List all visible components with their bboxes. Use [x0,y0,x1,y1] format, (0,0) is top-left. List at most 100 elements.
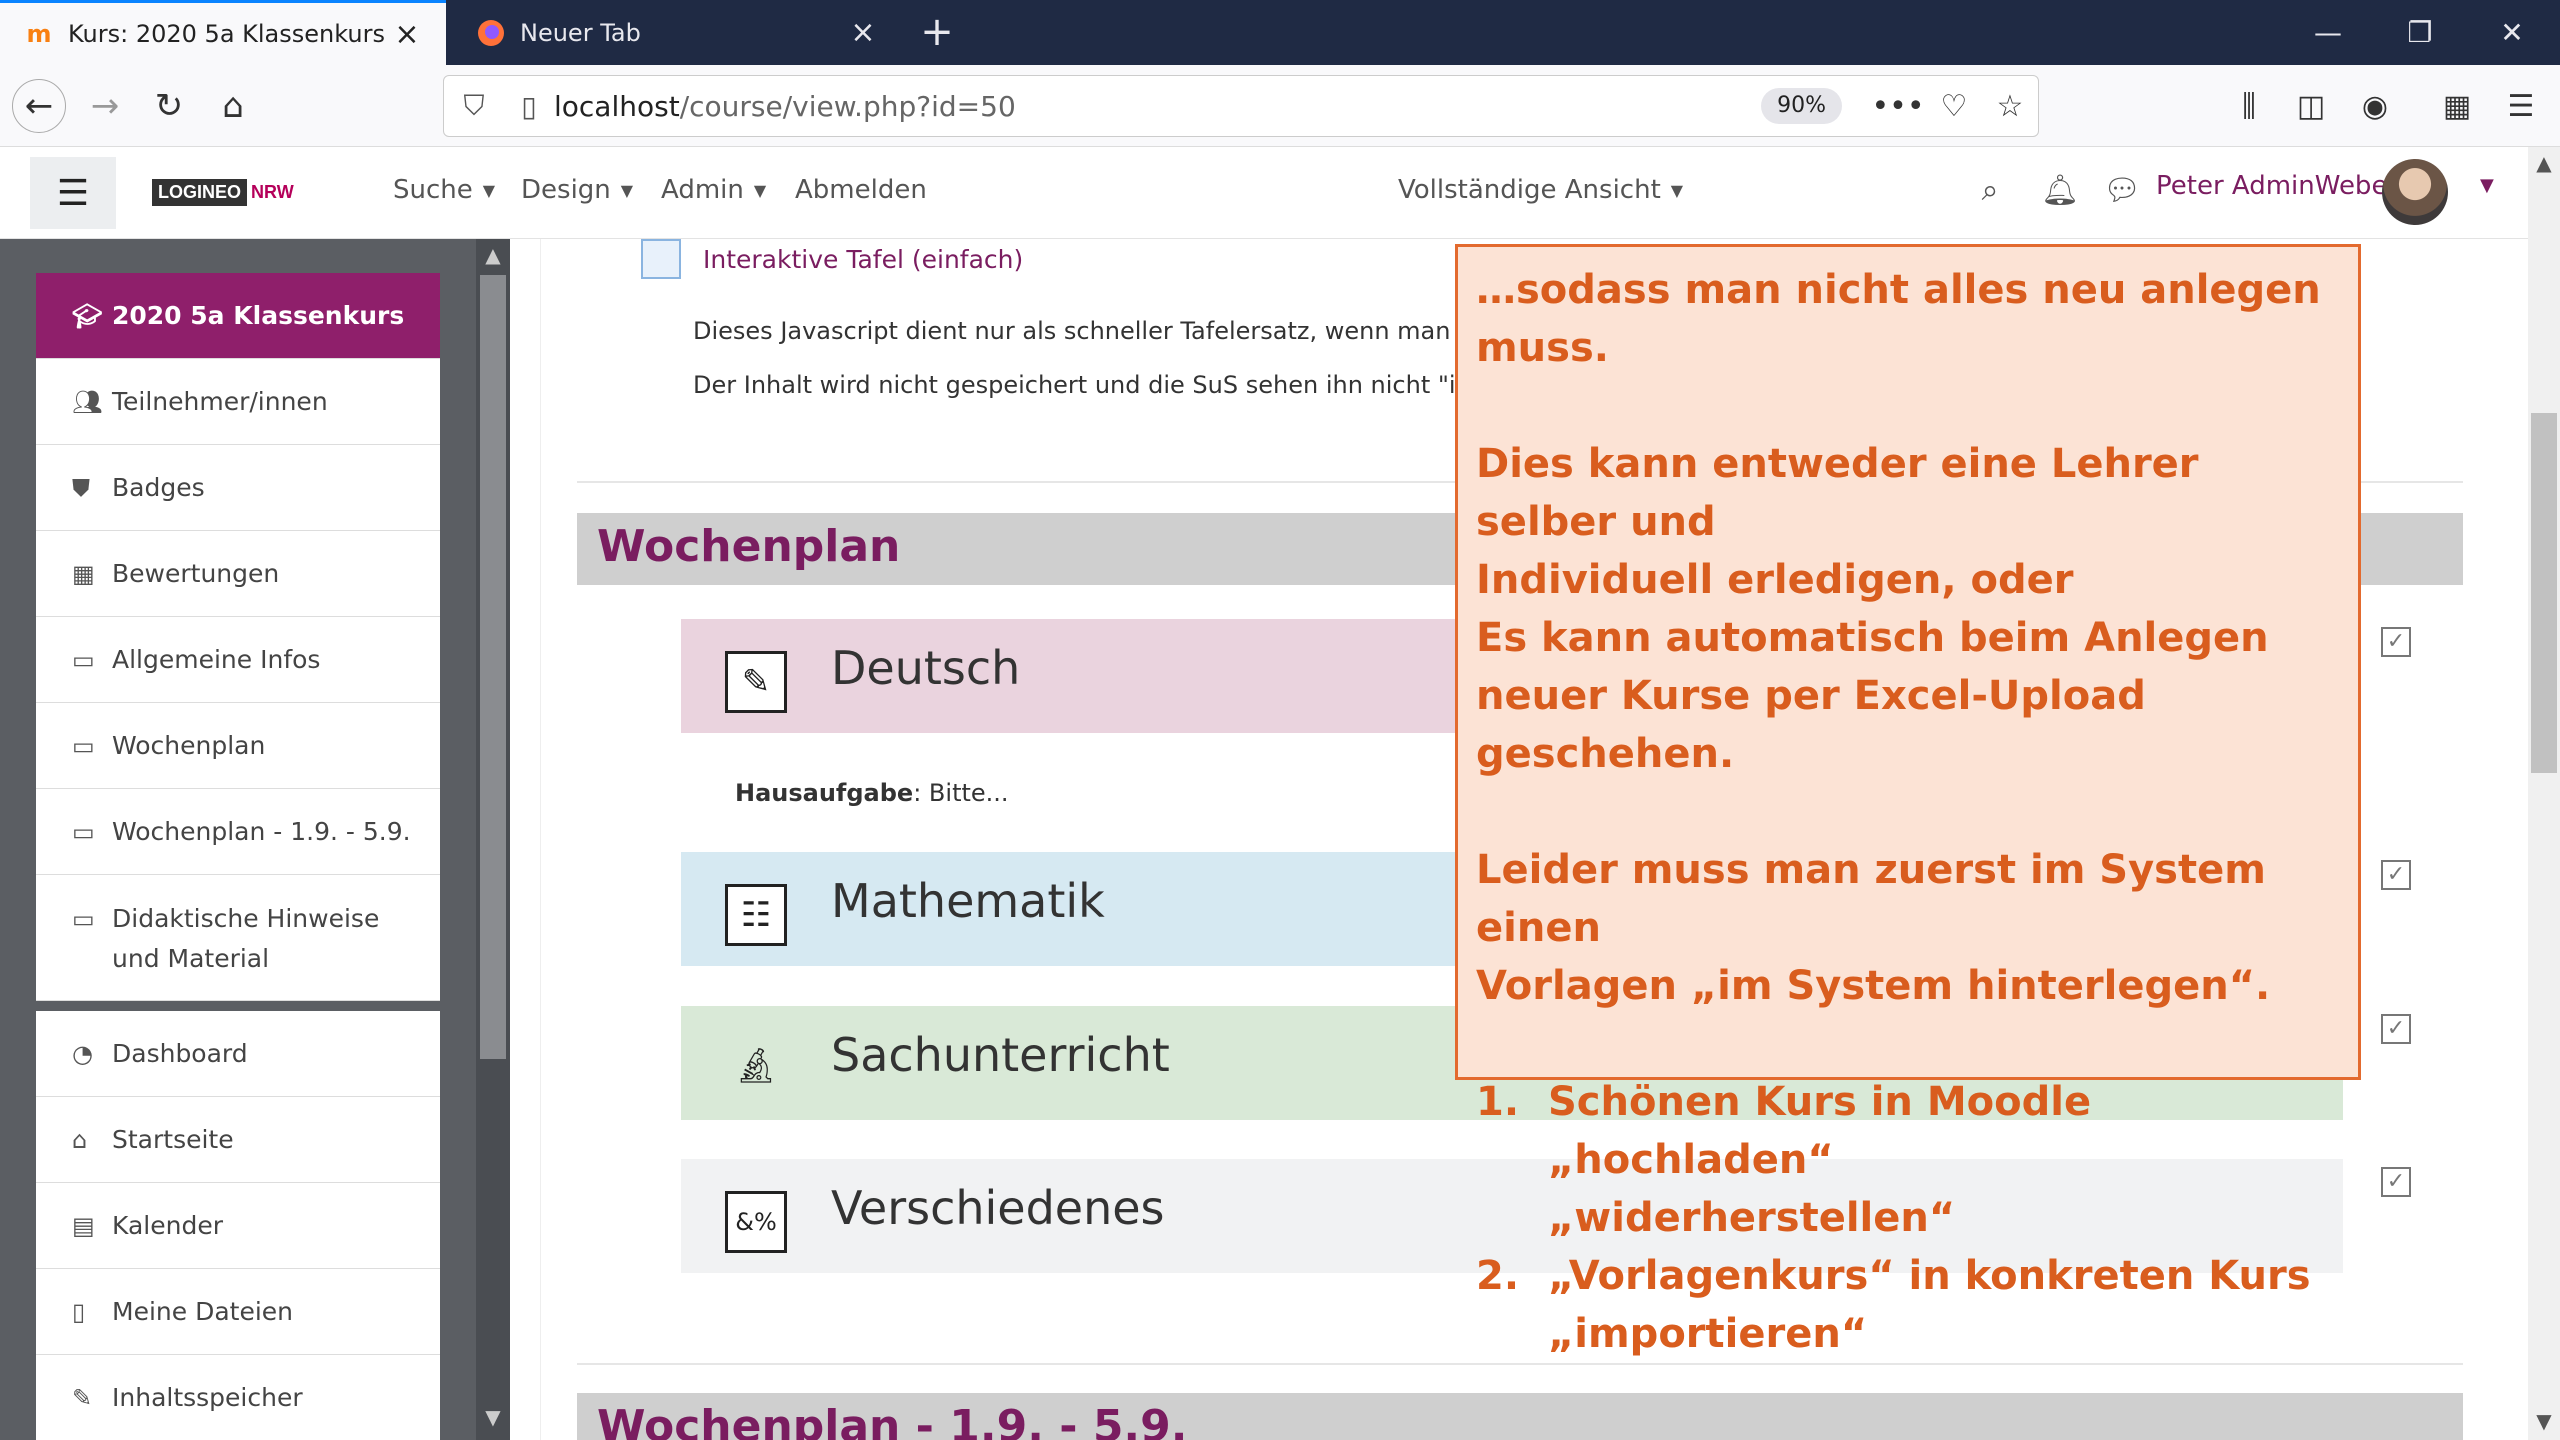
avatar[interactable] [2382,159,2448,225]
tab-title: Neuer Tab [520,18,641,47]
close-tab-icon[interactable]: × [848,15,878,50]
browser-tab-bar: m Kurs: 2020 5a Klassenkurs × Neuer Tab … [0,0,2560,65]
bookmark-star-icon[interactable]: ☆ [1982,89,2038,124]
completion-checkbox-icon[interactable]: ✓ [2381,860,2411,890]
close-tab-icon[interactable]: × [392,17,422,52]
close-window-icon[interactable]: ✕ [2466,0,2558,65]
more-actions-icon[interactable]: ••• [1870,89,1926,124]
caret-down-icon[interactable]: ▼ [2480,175,2494,196]
search-icon[interactable]: ⌕ [1970,173,2010,213]
sidebar-item-participants[interactable]: 👥︎ Teilnehmer/innen [36,359,440,445]
moodle-favicon-icon: m [26,20,52,48]
user-name[interactable]: Peter AdminWeber [2156,171,2398,201]
app-menu-icon[interactable]: ☰ [2496,85,2546,129]
chat-icon[interactable]: 💬︎ [2102,173,2142,213]
section-header-wochenplan-week[interactable]: Wochenplan - 1.9. - 5.9. [577,1393,2463,1440]
sidebar-item-general-info[interactable]: ▭ Allgemeine Infos [36,617,440,703]
activity-description-line: Der Inhalt wird nicht gespeichert und di… [693,371,1501,399]
menu-abmelden[interactable]: Abmelden [795,175,927,205]
extensions-icon[interactable]: ▦ [2432,85,2482,129]
sidebar-divider [36,1001,440,1011]
caret-down-icon: ▼ [753,180,767,200]
sidebar-item-badges[interactable]: ⛊ Badges [36,445,440,531]
menu-admin[interactable]: Admin ▼ [661,175,766,205]
sidebar-item-files[interactable]: ▯ Meine Dateien [36,1269,440,1355]
sidebar-toggle-icon[interactable]: ◫ [2286,85,2336,129]
homework-note: Hausaufgabe: Bitte... [735,779,1009,807]
zoom-badge[interactable]: 90% [1761,88,1842,124]
bell-icon[interactable]: 🔔︎ [2040,173,2080,213]
back-arrow-icon[interactable]: ← [12,79,66,133]
new-tab-icon[interactable]: + [912,8,962,58]
reload-icon[interactable]: ↻ [142,79,196,133]
folder-icon: ▭ [72,817,95,846]
shield-icon[interactable]: ⛉ [444,89,504,123]
menu-design[interactable]: Design ▼ [521,175,633,205]
firefox-favicon-icon [476,18,506,48]
address-bar[interactable]: ⛉ ▯ localhost/course/view.php?id=50 90% … [443,75,2039,137]
scroll-thumb[interactable] [480,275,506,1059]
sidebar-item-calendar[interactable]: ▤ Kalender [36,1183,440,1269]
folder-icon: ▭ [72,905,95,933]
sidebar-item-home[interactable]: ⌂ Startseite [36,1097,440,1183]
explanation-callout: …sodass man nicht alles neu anlegen muss… [1455,244,2361,1357]
minimize-icon[interactable]: — [2282,0,2374,65]
abacus-icon: ☷ [725,884,787,946]
home-icon[interactable]: ⌂ [206,79,260,133]
tab-new[interactable]: Neuer Tab × [452,0,902,65]
calendar-icon: ▤ [72,1211,95,1240]
restore-icon[interactable]: ❐ [2374,0,2466,65]
file-icon: ▯ [72,1297,86,1326]
sidebar-item-dashboard[interactable]: ◔ Dashboard [36,1011,440,1097]
sidebar-item-wochenplan-week[interactable]: ▭ Wochenplan - 1.9. - 5.9. [36,789,440,875]
activity-description-line: Dieses Javascript dient nur als schnelle… [693,317,1489,345]
brush-icon: ✎ [72,1383,93,1412]
dashboard-icon: ◔ [72,1039,93,1068]
folder-icon: ▭ [72,645,95,674]
caret-down-icon: ▼ [1670,180,1684,200]
sidebar-item-wochenplan[interactable]: ▭ Wochenplan [36,703,440,789]
sidebar-item-didactic[interactable]: ▭ Didaktische Hinweise und Material [36,875,440,1001]
users-icon: 👥︎ [72,387,103,416]
nav-drawer: 🎓︎ 2020 5a Klassenkurs 👥︎ Teilnehmer/innen… [0,239,510,1440]
sidebar-item-content-bank[interactable]: ✎ Inhaltsspeicher [36,1355,440,1440]
library-icon[interactable]: ⫼ [2224,85,2274,129]
scroll-down-icon[interactable]: ▼ [2528,1409,2560,1433]
site-header: ☰ LOGINEO NRW Suche ▼ Design ▼ Admin ▼ Abme… [0,147,2560,239]
scroll-up-icon[interactable]: ▲ [2528,151,2560,175]
sidebar-item-course[interactable]: 🎓︎ 2020 5a Klassenkurs [36,273,440,359]
drawer-scrollbar[interactable]: ▲ ▼ [476,239,510,1440]
page-scrollbar[interactable]: ▲ ▼ [2528,147,2560,1440]
forward-arrow-icon[interactable]: → [78,79,132,133]
home-icon: ⌂ [72,1125,88,1154]
sidebar: 🎓︎ 2020 5a Klassenkurs 👥︎ Teilnehmer/innen… [36,273,440,1440]
activity-interactive-board[interactable]: Interaktive Tafel (einfach) [641,239,1023,279]
menu-suche[interactable]: Suche ▼ [393,175,495,205]
scroll-thumb[interactable] [2531,413,2557,773]
edit-pencil-icon: ✎ [725,651,787,713]
scroll-down-icon[interactable]: ▼ [476,1405,510,1435]
tab-course[interactable]: m Kurs: 2020 5a Klassenkurs × [0,0,446,65]
drawer-toggle-icon[interactable]: ☰ [30,157,116,229]
symbols-icon: &% [725,1191,787,1253]
course-nav: 🎓︎ 2020 5a Klassenkurs 👥︎ Teilnehmer/innen… [36,273,440,1001]
scroll-up-icon[interactable]: ▲ [476,243,510,273]
tab-title: Kurs: 2020 5a Klassenkurs [68,20,385,48]
global-nav: ◔ Dashboard ⌂ Startseite ▤ Kalender ▯ Meine … [36,1011,440,1440]
folder-icon: ▭ [72,731,95,760]
site-logo[interactable]: LOGINEO NRW [152,169,298,215]
page-icon: ▯ [521,89,537,123]
url-text[interactable]: localhost/course/view.php?id=50 [554,90,1761,123]
account-icon[interactable]: ◉ [2350,85,2400,129]
list-item: „importieren“ [1548,1311,1868,1357]
completion-checkbox-icon[interactable]: ✓ [2381,1167,2411,1197]
page-icon [641,239,681,279]
section-divider [577,1363,2463,1365]
view-mode-dropdown[interactable]: Vollständige Ansicht ▼ [1398,175,1683,205]
table-icon: ▦ [72,559,95,588]
completion-checkbox-icon[interactable]: ✓ [2381,627,2411,657]
completion-checkbox-icon[interactable]: ✓ [2381,1014,2411,1044]
sidebar-item-grades[interactable]: ▦ Bewertungen [36,531,440,617]
pocket-icon[interactable]: ♡ [1926,89,1982,124]
microscope-icon: 🔬︎ [734,1046,778,1086]
